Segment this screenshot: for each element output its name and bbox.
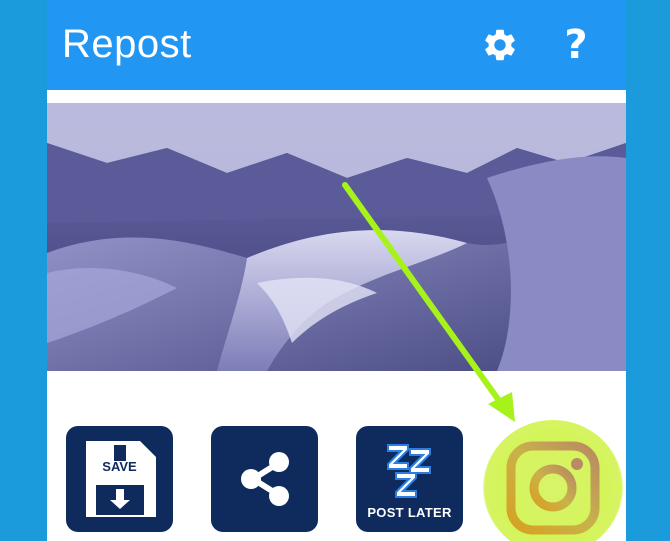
share-icon [240,452,289,506]
settings-button[interactable] [479,24,521,66]
instagram-button[interactable] [483,420,623,541]
save-button[interactable]: SAVE [66,426,173,532]
post-later-label: POST LATER [367,505,452,520]
app-bar: Repost ? [47,0,626,90]
action-bar: SAVE POST LATER [47,420,626,541]
post-later-button[interactable]: POST LATER [356,426,463,532]
app-title: Repost [62,22,192,66]
share-button[interactable] [211,426,318,532]
help-button[interactable]: ? [555,22,597,68]
floppy-disk-icon [85,441,156,517]
left-background-strip [0,0,47,541]
sleep-zzz-icon [386,444,431,498]
help-icon: ? [564,22,588,68]
save-label: SAVE [102,459,137,474]
post-image[interactable] [47,103,626,371]
right-background-strip [626,0,670,541]
gear-icon [485,29,515,61]
app-screen: Repost ? SAVE POST LATER [47,0,626,541]
instagram-icon [506,441,600,534]
mountain-photo [47,103,626,371]
